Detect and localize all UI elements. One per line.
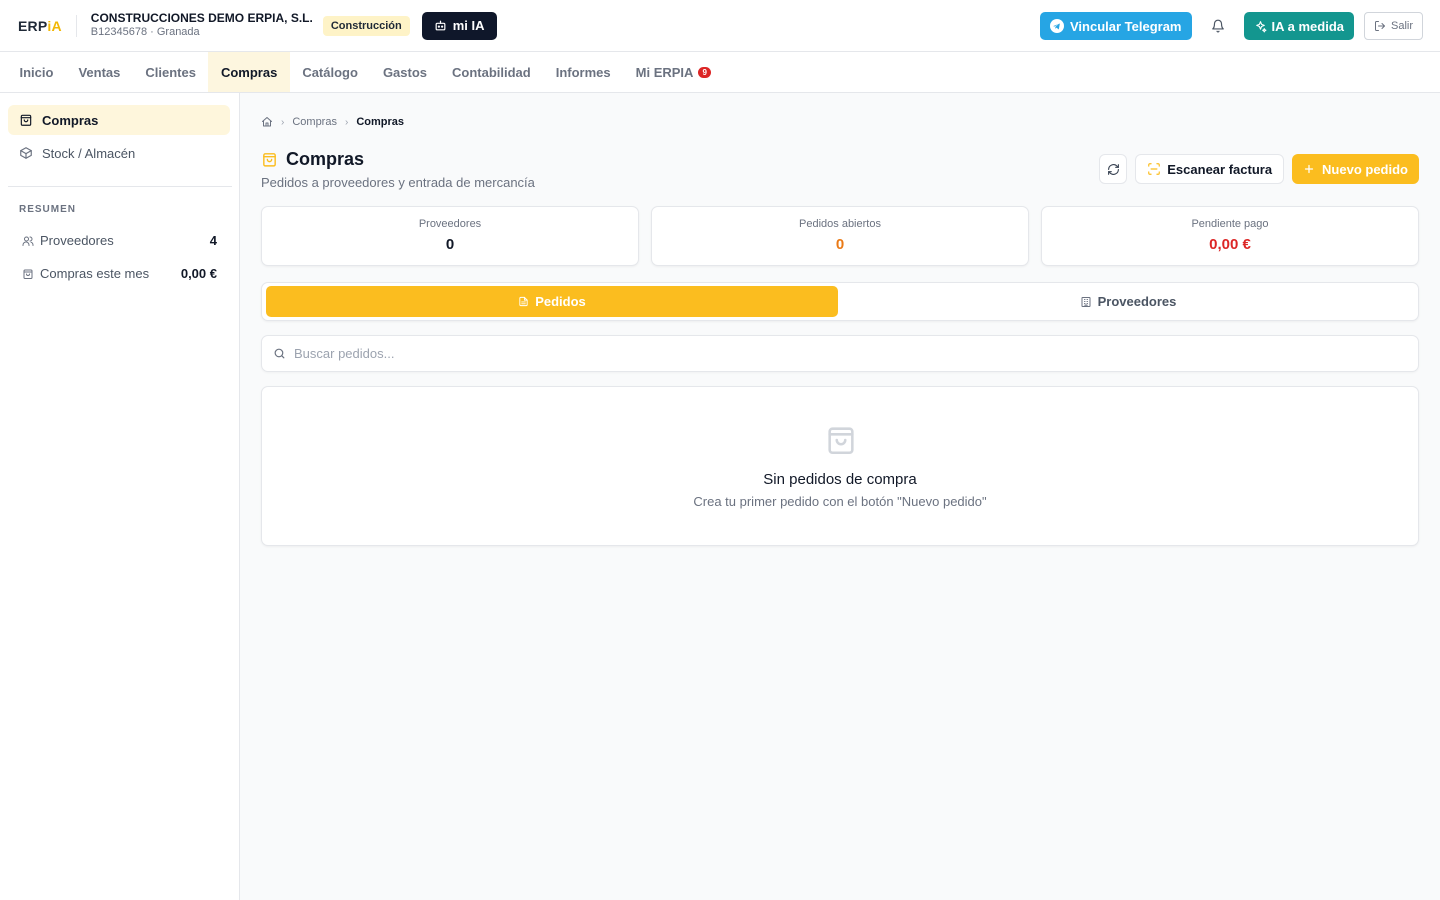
notifications-button[interactable] xyxy=(1202,12,1234,40)
company-info: CONSTRUCCIONES DEMO ERPIA, S.L. B1234567… xyxy=(91,12,313,39)
logout-icon xyxy=(1374,21,1385,31)
summary-label-wrap: Compras este mes xyxy=(22,266,181,281)
salir-label: Salir xyxy=(1390,20,1413,32)
document-icon xyxy=(519,296,528,307)
chevron-right-icon: › xyxy=(281,116,285,128)
summary-label-wrap: Proveedores xyxy=(22,233,210,248)
scan-icon xyxy=(1148,163,1161,175)
vincular-telegram-button[interactable]: Vincular Telegram xyxy=(1039,12,1192,40)
sidebar-divider xyxy=(8,186,232,187)
refresh-icon xyxy=(1107,163,1119,175)
summary-row-proveedores: Proveedores 4 xyxy=(22,233,217,248)
company-subtitle: B12345678 · Granada xyxy=(90,26,200,38)
search-icon xyxy=(274,348,285,359)
breadcrumb-current: Compras xyxy=(356,116,404,128)
nav-item-informes[interactable]: Informes xyxy=(543,52,623,92)
company-name: CONSTRUCCIONES DEMO ERPIA, S.L. xyxy=(90,11,313,25)
nav-item-mi-erpia-label: Mi ERPIA xyxy=(635,64,694,80)
stat-value: 0,00 € xyxy=(1209,236,1251,253)
stat-card-proveedores: Proveedores 0 xyxy=(261,206,639,266)
tab-bar: Pedidos Proveedores xyxy=(261,282,1419,321)
vincular-telegram-label: Vincular Telegram xyxy=(1069,18,1182,34)
escanear-factura-label: Escanear factura xyxy=(1167,161,1273,177)
summary-label: Proveedores xyxy=(40,233,114,248)
sidebar-item-compras[interactable]: Compras xyxy=(8,105,230,135)
nav-item-contabilidad[interactable]: Contabilidad xyxy=(440,52,544,92)
page-title: Compras xyxy=(261,149,364,170)
shopping-bag-icon xyxy=(828,427,854,455)
building-icon xyxy=(1081,296,1091,307)
search-input[interactable] xyxy=(294,346,1394,361)
summary-heading: RESUMEN xyxy=(19,204,77,215)
page-title-text: Compras xyxy=(286,149,365,169)
summary-value: 4 xyxy=(209,233,217,248)
logo-main-text: ERP xyxy=(18,17,48,34)
nav-item-clientes[interactable]: Clientes xyxy=(133,52,209,92)
shopping-bag-icon xyxy=(23,269,33,279)
shopping-bag-icon xyxy=(263,153,276,167)
telegram-icon xyxy=(1049,19,1064,33)
stat-label: Pendiente pago xyxy=(1191,218,1269,230)
header-actions: Vincular Telegram IA a medida Salir xyxy=(1039,12,1423,40)
nav-item-catalogo[interactable]: Catálogo xyxy=(290,52,371,92)
nuevo-pedido-label: Nuevo pedido xyxy=(1322,161,1408,177)
breadcrumb: › Compras › Compras xyxy=(261,116,404,128)
empty-state-card: Sin pedidos de compra Crea tu primer ped… xyxy=(261,386,1419,546)
summary-value: 0,00 € xyxy=(180,266,217,281)
stat-card-pedidos-abiertos: Pedidos abiertos 0 xyxy=(651,206,1029,266)
shopping-bag-icon xyxy=(20,114,32,126)
sidebar-item-label: Stock / Almacén xyxy=(42,145,136,161)
page-actions: Escanear factura Nuevo pedido xyxy=(1099,154,1419,184)
nav-item-compras[interactable]: Compras xyxy=(208,52,290,92)
stat-card-pendiente-pago: Pendiente pago 0,00 € xyxy=(1041,206,1419,266)
ia-a-medida-button[interactable]: IA a medida xyxy=(1243,12,1354,40)
tab-label: Proveedores xyxy=(1097,294,1177,309)
header-divider xyxy=(75,14,77,37)
escanear-factura-button[interactable]: Escanear factura xyxy=(1135,154,1285,184)
summary-row-compras-mes: Compras este mes 0,00 € xyxy=(22,266,217,281)
search-box xyxy=(261,335,1419,372)
sidebar: Compras Stock / Almacén RESUMEN Proveedo… xyxy=(0,93,240,900)
nav-item-inicio[interactable]: Inicio xyxy=(7,52,66,92)
salir-button[interactable]: Salir xyxy=(1363,12,1423,40)
sidebar-item-stock[interactable]: Stock / Almacén xyxy=(8,138,230,168)
stat-label: Pedidos abiertos xyxy=(799,218,881,230)
mi-ia-button[interactable]: mi IA xyxy=(421,11,497,40)
home-icon[interactable] xyxy=(261,116,273,128)
stat-value: 0 xyxy=(835,236,845,253)
nav-item-ventas[interactable]: Ventas xyxy=(66,52,133,92)
notification-count-badge: 9 xyxy=(698,66,711,78)
chevron-right-icon: › xyxy=(344,116,349,128)
nav-item-gastos[interactable]: Gastos xyxy=(370,52,439,92)
box-icon xyxy=(20,147,32,159)
empty-state-subtitle: Crea tu primer pedido con el botón "Nuev… xyxy=(693,494,987,509)
tab-proveedores[interactable]: Proveedores xyxy=(842,286,1414,317)
main-nav: Inicio Ventas Clientes Compras Catálogo … xyxy=(0,52,1440,93)
robot-icon xyxy=(435,20,446,31)
tab-pedidos[interactable]: Pedidos xyxy=(266,286,838,317)
logo-accent-text: iA xyxy=(47,17,62,34)
bell-icon xyxy=(1211,19,1224,33)
page-subtitle: Pedidos a proveedores y entrada de merca… xyxy=(261,175,535,190)
nav-item-mi-erpia[interactable]: Mi ERPIA 9 xyxy=(623,52,723,92)
mi-ia-label: mi IA xyxy=(452,18,485,33)
nuevo-pedido-button[interactable]: Nuevo pedido xyxy=(1292,154,1419,184)
sparkles-icon xyxy=(1255,20,1266,32)
sidebar-item-label: Compras xyxy=(42,112,99,128)
app-logo[interactable]: ERPiA xyxy=(18,18,62,34)
ia-a-medida-label: IA a medida xyxy=(1271,18,1344,34)
breadcrumb-link[interactable]: Compras xyxy=(292,116,337,128)
stat-value: 0 xyxy=(445,236,455,253)
users-icon xyxy=(22,236,34,246)
top-header: ERPiA CONSTRUCCIONES DEMO ERPIA, S.L. B1… xyxy=(0,0,1440,52)
sector-badge: Construcción xyxy=(322,15,410,36)
stat-label: Proveedores xyxy=(418,218,482,230)
empty-state-title: Sin pedidos de compra xyxy=(763,471,917,488)
plus-icon xyxy=(1304,164,1314,174)
tab-label: Pedidos xyxy=(535,294,586,309)
refresh-button[interactable] xyxy=(1099,154,1128,184)
summary-label: Compras este mes xyxy=(40,266,150,281)
